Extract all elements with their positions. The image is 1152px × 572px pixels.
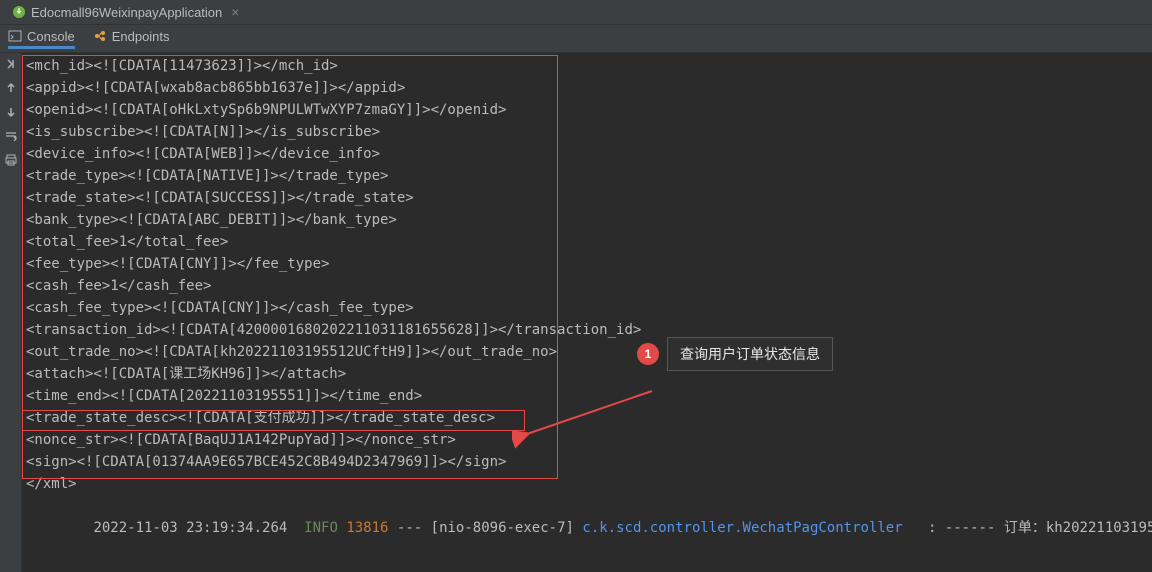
log-thread: [nio-8096-exec-7] <box>431 520 574 536</box>
log-timestamp: 2022-11-03 23:19:34.264 <box>93 520 287 536</box>
xml-line: <total_fee>1</total_fee> <box>24 231 1152 253</box>
xml-line: </xml> <box>24 473 1152 495</box>
callout-text: 查询用户订单状态信息 <box>667 337 833 371</box>
soft-wrap-icon[interactable] <box>4 129 18 143</box>
xml-line: <bank_type><![CDATA[ABC_DEBIT]]></bank_t… <box>24 209 1152 231</box>
xml-line: <trade_type><![CDATA[NATIVE]]></trade_ty… <box>24 165 1152 187</box>
editor-tab-bar: Edocmall96WeixinpayApplication × <box>0 0 1152 25</box>
xml-line: <appid><![CDATA[wxab8acb865bb1637e]]></a… <box>24 77 1152 99</box>
log-level: INFO <box>304 520 338 536</box>
xml-line: <is_subscribe><![CDATA[N]]></is_subscrib… <box>24 121 1152 143</box>
xml-line: <out_trade_no><![CDATA[kh20221103195512U… <box>24 341 1152 363</box>
tab-endpoints[interactable]: Endpoints <box>93 29 170 49</box>
xml-line: <attach><![CDATA[课工场KH96]]></attach> <box>24 363 1152 385</box>
xml-line: <time_end><![CDATA[20221103195551]]></ti… <box>24 385 1152 407</box>
app-run-tab[interactable]: Edocmall96WeixinpayApplication × <box>4 1 247 23</box>
log-class: c.k.scd.controller.WechatPagController <box>582 520 902 536</box>
print-icon[interactable] <box>4 153 18 167</box>
xml-line: <cash_fee>1</cash_fee> <box>24 275 1152 297</box>
down-arrow-icon[interactable] <box>4 105 18 119</box>
console-icon <box>8 29 22 43</box>
close-icon[interactable]: × <box>231 4 239 20</box>
endpoints-icon <box>93 29 107 43</box>
spring-boot-icon <box>12 5 26 19</box>
xml-line: <cash_fee_type><![CDATA[CNY]]></cash_fee… <box>24 297 1152 319</box>
xml-line: <trade_state_desc><![CDATA[支付成功]]></trad… <box>24 407 1152 429</box>
xml-line: <device_info><![CDATA[WEB]]></device_inf… <box>24 143 1152 165</box>
up-arrow-icon[interactable] <box>4 81 18 95</box>
scroll-to-end-icon[interactable] <box>4 57 18 71</box>
xml-line: <trade_state><![CDATA[SUCCESS]]></trade_… <box>24 187 1152 209</box>
tool-window-tabs: Console Endpoints <box>0 25 1152 53</box>
xml-line: <openid><![CDATA[oHkLxtySp6b9NPULWTwXYP7… <box>24 99 1152 121</box>
log-tail: : ------ 订单：kh20221103195512UCftH9 <box>903 520 1152 536</box>
annotation-callout: 1 查询用户订单状态信息 <box>637 337 833 371</box>
xml-line: <mch_id><![CDATA[11473623]]></mch_id> <box>24 55 1152 77</box>
tab-console[interactable]: Console <box>8 29 75 49</box>
xml-line: <nonce_str><![CDATA[BaqUJ1A142PupYad]]><… <box>24 429 1152 451</box>
callout-number-badge: 1 <box>637 343 659 365</box>
tab-endpoints-label: Endpoints <box>112 29 170 44</box>
app-tab-title: Edocmall96WeixinpayApplication <box>31 5 222 20</box>
xml-line: <transaction_id><![CDATA[420000168020221… <box>24 319 1152 341</box>
log-pid: 13816 <box>346 520 388 536</box>
log-line: 2022-11-03 23:19:34.264 INFO 13816 --- [… <box>24 495 1152 561</box>
xml-line: <sign><![CDATA[01374AA9E657BCE452C8B494D… <box>24 451 1152 473</box>
console-output[interactable]: <mch_id><![CDATA[11473623]]></mch_id><ap… <box>22 53 1152 572</box>
console-gutter <box>0 53 22 572</box>
xml-line: <fee_type><![CDATA[CNY]]></fee_type> <box>24 253 1152 275</box>
tab-console-label: Console <box>27 29 75 44</box>
